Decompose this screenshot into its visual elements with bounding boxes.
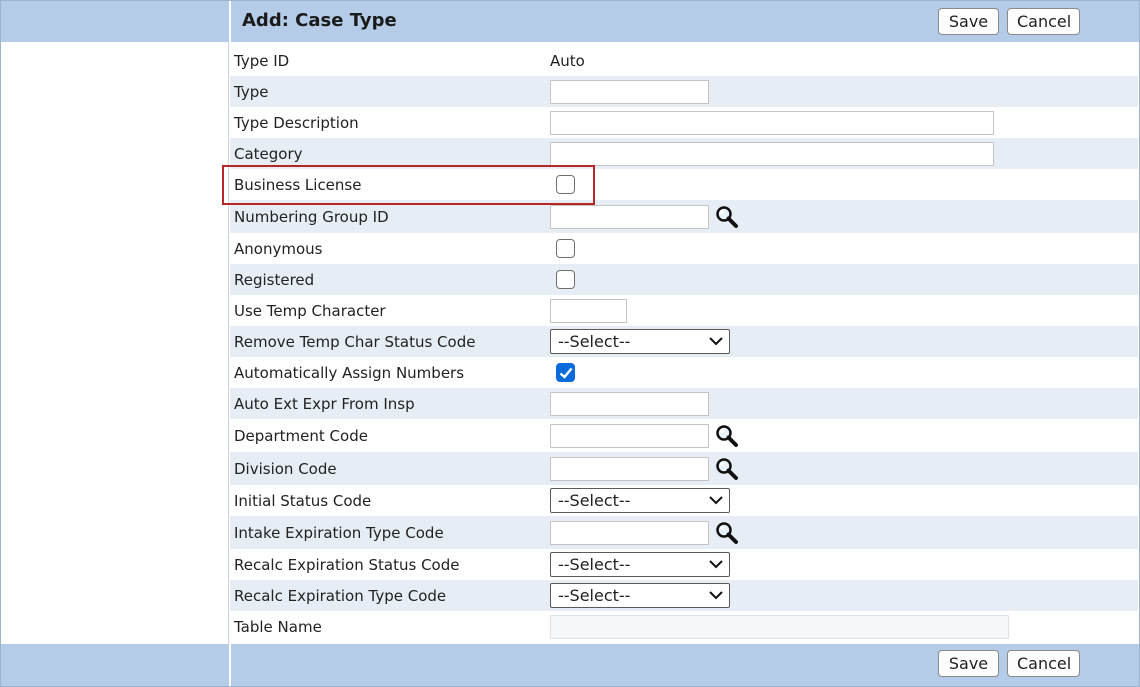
cancel-button[interactable]: Cancel (1007, 8, 1080, 35)
magnifier-icon[interactable] (715, 521, 739, 545)
row-intake-expiration-type-code: Intake Expiration Type Code (230, 516, 1138, 549)
footer-bar: Save Cancel (1, 644, 1139, 686)
row-business-license: Business License (230, 169, 1138, 200)
anonymous-checkbox[interactable] (556, 239, 575, 258)
type-description-input[interactable] (550, 110, 994, 135)
footer-divider (229, 644, 231, 686)
auto-ext-expr-from-insp-label: Auto Ext Expr From Insp (234, 394, 415, 413)
magnifier-icon[interactable] (715, 457, 739, 481)
category-label: Category (234, 144, 303, 163)
row-anonymous: Anonymous (230, 233, 1138, 264)
initial-status-code-select[interactable]: --Select-- (550, 488, 730, 513)
division-code-label: Division Code (234, 459, 337, 478)
department-code-input[interactable] (550, 423, 709, 448)
row-automatically-assign-numbers: Automatically Assign Numbers (230, 357, 1138, 388)
row-auto-ext-expr-from-insp: Auto Ext Expr From Insp (230, 388, 1138, 419)
magnifier-icon[interactable] (715, 424, 739, 448)
use-temp-character-input[interactable] (550, 298, 627, 323)
header-bar: Add: Case Type Save Cancel (1, 1, 1139, 42)
row-registered: Registered (230, 264, 1138, 295)
checkmark-icon (559, 367, 572, 379)
page-title: Add: Case Type (242, 10, 397, 31)
cancel-button-bottom[interactable]: Cancel (1007, 650, 1080, 677)
division-code-input[interactable] (550, 456, 709, 481)
remove-temp-char-status-code-label: Remove Temp Char Status Code (234, 332, 476, 351)
recalc-expiration-status-code-label: Recalc Expiration Status Code (234, 555, 460, 574)
row-use-temp-character: Use Temp Character (230, 295, 1138, 326)
chevron-down-icon (709, 496, 723, 505)
remove-temp-char-status-code-select[interactable]: --Select-- (550, 329, 730, 354)
department-code-label: Department Code (234, 426, 368, 445)
chevron-down-icon (709, 337, 723, 346)
use-temp-character-label: Use Temp Character (234, 301, 386, 320)
row-table-name: Table Name (230, 611, 1138, 642)
type-id-label: Type ID (234, 51, 290, 70)
save-button[interactable]: Save (938, 8, 999, 35)
initial-status-code-label: Initial Status Code (234, 491, 372, 510)
row-recalc-expiration-type-code: Recalc Expiration Type Code --Select-- (230, 580, 1138, 611)
table-name-input (550, 614, 1009, 639)
select-value: --Select-- (558, 555, 631, 574)
row-type-id: Type ID Auto (230, 45, 1138, 76)
automatically-assign-numbers-label: Automatically Assign Numbers (234, 363, 465, 382)
row-category: Category (230, 138, 1138, 169)
save-button-bottom[interactable]: Save (938, 650, 999, 677)
type-input[interactable] (550, 79, 709, 104)
registered-checkbox[interactable] (556, 270, 575, 289)
row-department-code: Department Code (230, 419, 1138, 452)
recalc-expiration-status-code-select[interactable]: --Select-- (550, 552, 730, 577)
chevron-down-icon (709, 591, 723, 600)
left-gutter (1, 42, 229, 644)
row-type-description: Type Description (230, 107, 1138, 138)
business-license-checkbox[interactable] (556, 175, 575, 194)
header-divider (229, 1, 231, 42)
numbering-group-id-input[interactable] (550, 204, 709, 229)
type-label: Type (234, 82, 269, 101)
numbering-group-id-label: Numbering Group ID (234, 207, 389, 226)
recalc-expiration-type-code-select[interactable]: --Select-- (550, 583, 730, 608)
chevron-down-icon (709, 560, 723, 569)
intake-expiration-type-code-input[interactable] (550, 520, 709, 545)
type-description-label: Type Description (234, 113, 359, 132)
category-input[interactable] (550, 141, 994, 166)
table-name-label: Table Name (234, 617, 322, 636)
select-value: --Select-- (558, 491, 631, 510)
automatically-assign-numbers-checkbox[interactable] (556, 363, 575, 382)
row-initial-status-code: Initial Status Code --Select-- (230, 485, 1138, 516)
row-division-code: Division Code (230, 452, 1138, 485)
row-recalc-expiration-status-code: Recalc Expiration Status Code --Select-- (230, 549, 1138, 580)
business-license-label: Business License (234, 175, 362, 194)
magnifier-icon[interactable] (715, 205, 739, 229)
type-id-value: Auto (550, 51, 585, 70)
auto-ext-expr-from-insp-input[interactable] (550, 391, 709, 416)
anonymous-label: Anonymous (234, 239, 323, 258)
row-type: Type (230, 76, 1138, 107)
row-numbering-group-id: Numbering Group ID (230, 200, 1138, 233)
select-value: --Select-- (558, 586, 631, 605)
recalc-expiration-type-code-label: Recalc Expiration Type Code (234, 586, 447, 605)
registered-label: Registered (234, 270, 315, 289)
select-value: --Select-- (558, 332, 631, 351)
intake-expiration-type-code-label: Intake Expiration Type Code (234, 523, 444, 542)
row-remove-temp-char-status-code: Remove Temp Char Status Code --Select-- (230, 326, 1138, 357)
